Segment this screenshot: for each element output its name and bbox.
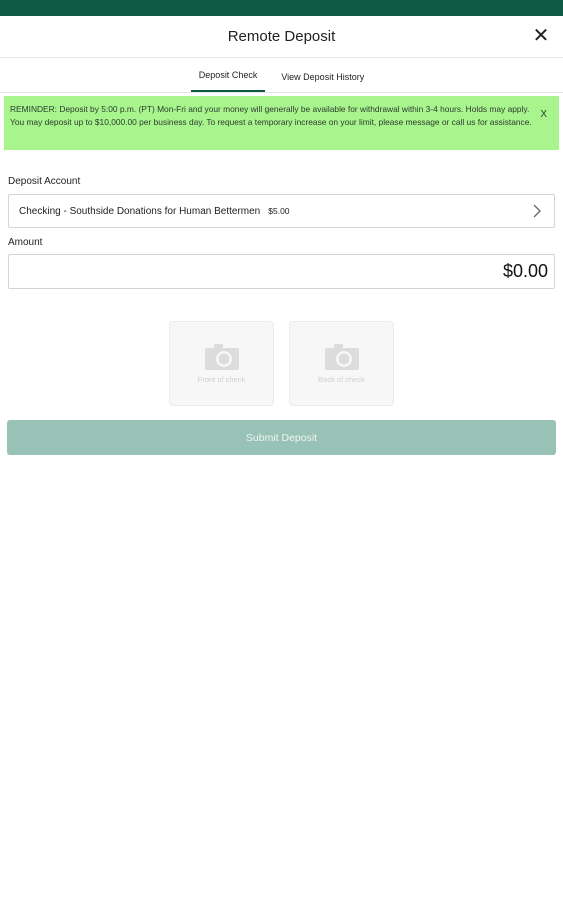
reminder-text: REMINDER: Deposit by 5:00 p.m. (PT) Mon-… [10, 104, 532, 127]
page-title: Remote Deposit [227, 28, 336, 45]
account-balance: $5.00 [268, 206, 290, 216]
close-icon[interactable]: ✕ [531, 26, 551, 46]
amount-field[interactable] [8, 254, 555, 289]
submit-deposit-button[interactable]: Submit Deposit [7, 420, 556, 455]
front-of-check-button[interactable]: Front of check [169, 321, 274, 406]
tab-deposit-check[interactable]: Deposit Check [190, 70, 266, 92]
app-header: Remote Deposit ✕ [0, 16, 563, 58]
check-images: Front of check Back of check [0, 321, 563, 406]
amount-label: Amount [8, 237, 43, 248]
deposit-account-select[interactable]: Checking - Southside Donations for Human… [8, 194, 555, 228]
dismiss-reminder-button[interactable]: X [540, 108, 547, 121]
front-of-check-label: Front of check [197, 375, 246, 384]
reminder-banner: REMINDER: Deposit by 5:00 p.m. (PT) Mon-… [4, 96, 559, 150]
back-of-check-label: Back of check [318, 375, 365, 384]
tab-bar: Deposit Check View Deposit History [0, 58, 563, 93]
account-name: Checking - Southside Donations for Human… [19, 205, 261, 217]
deposit-account-label: Deposit Account [8, 176, 81, 187]
status-bar [0, 0, 563, 16]
camera-icon [324, 344, 359, 370]
camera-icon [204, 344, 239, 370]
tab-view-deposit-history[interactable]: View Deposit History [273, 72, 372, 92]
chevron-right-icon [533, 204, 541, 218]
amount-input[interactable] [15, 261, 548, 282]
back-of-check-button[interactable]: Back of check [289, 321, 394, 406]
